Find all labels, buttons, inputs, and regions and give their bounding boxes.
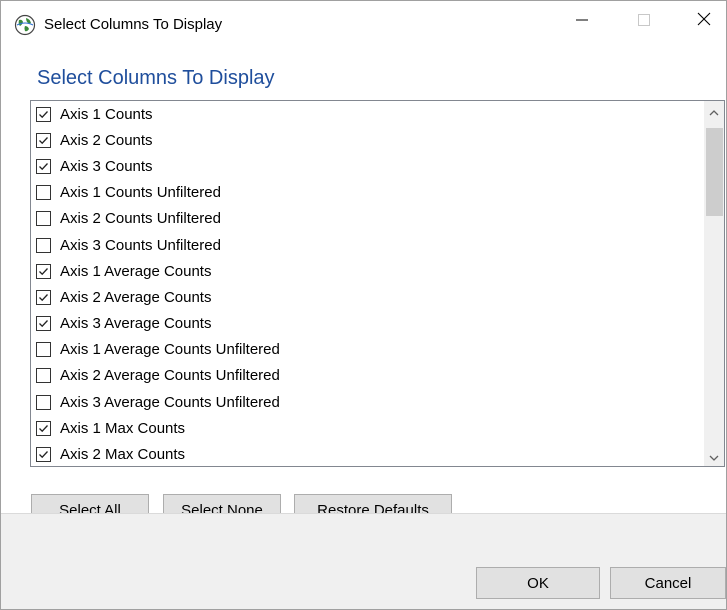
list-item-label: Axis 3 Counts: [60, 157, 153, 175]
list-item-label: Axis 1 Counts Unfiltered: [60, 184, 221, 202]
checkbox-unchecked[interactable]: [36, 368, 51, 384]
close-button[interactable]: [681, 1, 726, 41]
checkbox-checked[interactable]: [36, 263, 51, 279]
checkbox-checked[interactable]: [36, 420, 51, 436]
checkbox-unchecked[interactable]: [36, 185, 51, 201]
scroll-thumb[interactable]: [706, 128, 723, 216]
list-item-label: Axis 3 Average Counts: [60, 315, 212, 333]
checkbox-checked[interactable]: [36, 316, 51, 332]
window-title: Select Columns To Display: [44, 16, 223, 33]
list-item[interactable]: Axis 1 Counts: [31, 101, 701, 127]
checkbox-unchecked[interactable]: [36, 394, 51, 410]
list-item-label: Axis 1 Counts: [60, 105, 153, 123]
columns-list: Axis 1 Counts Axis 2 Counts Axis 3 Counts A…: [31, 101, 701, 466]
minimize-icon: [576, 13, 588, 30]
list-item-label: Axis 2 Average Counts Unfiltered: [60, 367, 280, 385]
checkmark-icon: [39, 163, 48, 171]
maximize-button[interactable]: [621, 1, 667, 41]
list-item[interactable]: Axis 1 Average Counts Unfiltered: [31, 337, 701, 363]
checkbox-checked[interactable]: [36, 447, 51, 463]
columns-listbox[interactable]: Axis 1 Counts Axis 2 Counts Axis 3 Counts A…: [30, 100, 725, 467]
dialog-window: Select Columns To Display Select Columns…: [0, 0, 727, 610]
list-item[interactable]: Axis 2 Counts Unfiltered: [31, 206, 701, 232]
list-item-label: Axis 1 Max Counts: [60, 419, 186, 437]
checkmark-icon: [39, 424, 48, 432]
list-item[interactable]: Axis 2 Max Counts: [31, 441, 701, 466]
close-icon: [697, 12, 711, 30]
checkbox-unchecked[interactable]: [36, 342, 51, 358]
list-item[interactable]: Axis 3 Average Counts Unfiltered: [31, 389, 701, 415]
checkmark-icon: [39, 110, 48, 118]
scroll-down-button[interactable]: [704, 446, 724, 466]
checkmark-icon: [39, 293, 48, 302]
list-item[interactable]: Axis 2 Average Counts: [31, 284, 701, 310]
globe-icon: [14, 14, 36, 36]
list-item[interactable]: Axis 2 Average Counts Unfiltered: [31, 363, 701, 389]
checkmark-icon: [39, 136, 48, 144]
list-item-label: Axis 2 Counts: [60, 131, 153, 149]
list-item[interactable]: Axis 3 Counts: [31, 153, 701, 179]
list-item[interactable]: Axis 1 Counts Unfiltered: [31, 180, 701, 206]
minimize-button[interactable]: [559, 1, 605, 41]
checkbox-checked[interactable]: [36, 132, 51, 148]
checkmark-icon: [39, 320, 48, 328]
dialog-content: Select Columns To Display Axis 1 Counts A…: [1, 53, 726, 526]
list-item[interactable]: Axis 1 Average Counts: [31, 258, 701, 284]
chevron-up-icon: [709, 103, 719, 120]
list-item-label: Axis 2 Counts Unfiltered: [60, 210, 221, 228]
list-item-label: Axis 2 Max Counts: [60, 446, 186, 464]
list-item-label: Axis 1 Average Counts Unfiltered: [60, 341, 280, 359]
cancel-button[interactable]: Cancel: [610, 567, 726, 599]
list-item-label: Axis 1 Average Counts: [60, 262, 212, 280]
list-item-label: Axis 3 Counts Unfiltered: [60, 236, 221, 254]
list-item-label: Axis 3 Average Counts Unfiltered: [60, 393, 280, 411]
list-item-label: Axis 2 Average Counts: [60, 288, 212, 306]
checkbox-checked[interactable]: [36, 289, 51, 305]
ok-button[interactable]: OK: [476, 567, 600, 599]
list-item[interactable]: Axis 3 Average Counts: [31, 311, 701, 337]
list-item[interactable]: Axis 1 Max Counts: [31, 415, 701, 441]
list-item[interactable]: Axis 3 Counts Unfiltered: [31, 232, 701, 258]
checkbox-checked[interactable]: [36, 158, 51, 174]
maximize-icon: [638, 13, 650, 30]
list-item[interactable]: Axis 2 Counts: [31, 127, 701, 153]
chevron-down-icon: [709, 448, 719, 465]
vertical-scrollbar[interactable]: [704, 101, 724, 466]
title-bar: Select Columns To Display: [1, 1, 726, 53]
checkmark-icon: [39, 451, 48, 459]
checkmark-icon: [39, 267, 48, 275]
scroll-up-button[interactable]: [704, 101, 724, 121]
section-heading: Select Columns To Display: [37, 67, 275, 89]
checkbox-unchecked[interactable]: [36, 237, 51, 253]
dialog-footer: OK Cancel: [1, 513, 726, 609]
checkbox-unchecked[interactable]: [36, 211, 51, 227]
checkbox-checked[interactable]: [36, 106, 51, 122]
